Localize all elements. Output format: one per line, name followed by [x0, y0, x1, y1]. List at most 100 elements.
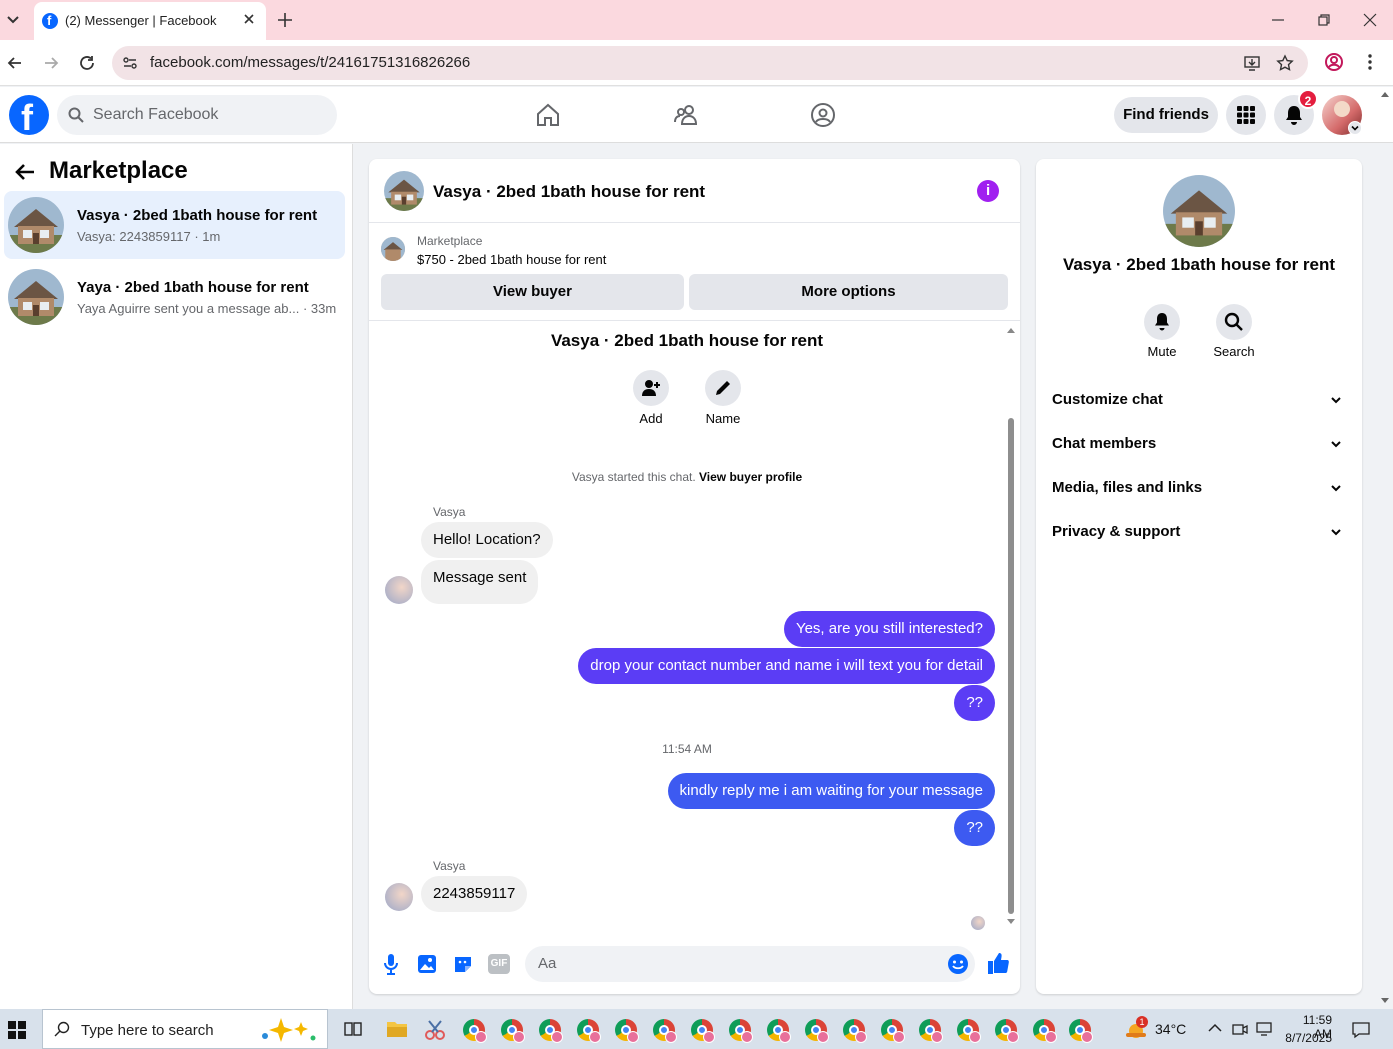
chevron-down-icon: [1331, 485, 1341, 492]
profile-badge-icon: [931, 1031, 943, 1043]
search-label: Search: [1213, 344, 1255, 359]
profile-badge-icon: [741, 1031, 753, 1043]
message-outgoing[interactable]: kindly reply me i am waiting for your me…: [667, 773, 995, 809]
profile-icon[interactable]: [1324, 52, 1344, 72]
sticker-icon[interactable]: [453, 954, 473, 974]
info-icon[interactable]: i: [977, 180, 999, 202]
camera-icon[interactable]: [1232, 1021, 1248, 1037]
privacy-support-section[interactable]: Privacy & support: [1052, 512, 1346, 552]
home-icon[interactable]: [535, 102, 561, 128]
add-people-button[interactable]: [633, 370, 669, 406]
minimize-icon[interactable]: [1270, 12, 1286, 28]
browser-menu-icon[interactable]: [1362, 52, 1378, 72]
search-highlight-icon[interactable]: [257, 1016, 321, 1044]
facebook-logo-icon[interactable]: f: [9, 95, 49, 138]
tab-search-icon[interactable]: [4, 10, 22, 28]
name-chat-button[interactable]: [705, 370, 741, 406]
install-app-icon[interactable]: [1243, 54, 1261, 72]
restore-icon[interactable]: [1316, 12, 1332, 28]
windows-start-icon[interactable]: [8, 1021, 26, 1039]
message-outgoing[interactable]: ??: [954, 685, 995, 721]
sender-avatar[interactable]: [385, 576, 413, 604]
microphone-icon[interactable]: [383, 953, 399, 975]
reload-icon[interactable]: [78, 54, 96, 72]
url-text: facebook.com/messages/t/2416175131682626…: [150, 54, 471, 71]
notifications-button[interactable]: 2: [1274, 89, 1318, 135]
menu-grid-button[interactable]: [1226, 95, 1266, 135]
conversation-item-yaya[interactable]: Yaya · 2bed 1bath house for rent Yaya Ag…: [4, 263, 345, 331]
chat-header: Vasya · 2bed 1bath house for rent i: [369, 159, 1020, 223]
chat-scrollbar[interactable]: [1005, 322, 1017, 926]
tab-close-icon[interactable]: [242, 12, 256, 26]
message-incoming[interactable]: Hello! Location?: [421, 522, 553, 558]
page-scroll-down-icon[interactable]: [1380, 997, 1390, 1005]
chat-title[interactable]: Vasya · 2bed 1bath house for rent: [433, 182, 705, 202]
network-icon[interactable]: [1256, 1021, 1274, 1037]
message-outgoing[interactable]: Yes, are you still interested?: [783, 611, 995, 647]
chat-header-avatar[interactable]: [384, 171, 424, 211]
page-scroll-up-icon[interactable]: [1380, 90, 1390, 98]
facebook-favicon-icon: f: [42, 13, 58, 29]
gif-icon[interactable]: GIF: [488, 954, 510, 974]
scroll-up-icon[interactable]: [1006, 326, 1016, 334]
account-chevron-icon[interactable]: [1348, 121, 1362, 135]
profile-badge-icon: [969, 1031, 981, 1043]
close-window-icon[interactable]: [1362, 12, 1378, 28]
task-view-icon[interactable]: [344, 1020, 362, 1038]
customize-chat-section[interactable]: Customize chat: [1052, 380, 1346, 420]
listing-text[interactable]: $750 - 2bed 1bath house for rent: [417, 252, 606, 267]
profile-badge-icon: [1007, 1031, 1019, 1043]
find-friends-button[interactable]: Find friends: [1114, 97, 1218, 133]
show-hidden-icons-icon[interactable]: [1208, 1023, 1222, 1033]
weather-icon[interactable]: 1: [1124, 1016, 1148, 1039]
facebook-search-input[interactable]: Search Facebook: [57, 95, 337, 135]
file-explorer-icon[interactable]: [386, 1019, 408, 1039]
profile-badge-icon: [817, 1031, 829, 1043]
chevron-down-icon: [1331, 529, 1341, 536]
notification-center-icon[interactable]: [1352, 1021, 1370, 1039]
profile-badge-icon: [475, 1031, 487, 1043]
conversation-item-vasya[interactable]: Vasya · 2bed 1bath house for rent Vasya:…: [4, 191, 345, 259]
conversation-name: Vasya · 2bed 1bath house for rent: [77, 207, 318, 224]
message-incoming[interactable]: Message sent: [421, 560, 539, 604]
mute-button[interactable]: [1144, 304, 1180, 340]
site-info-icon[interactable]: [122, 55, 138, 71]
message-incoming[interactable]: 2243859117: [421, 876, 528, 912]
facebook-header: f Search Facebook Find friends 2: [0, 87, 1393, 143]
view-buyer-button[interactable]: View buyer: [381, 274, 684, 310]
message-outgoing[interactable]: ??: [954, 810, 995, 846]
bookmark-star-icon[interactable]: [1276, 54, 1294, 72]
address-bar[interactable]: facebook.com/messages/t/2416175131682626…: [112, 46, 1308, 80]
name-label: Name: [705, 411, 741, 426]
photo-icon[interactable]: [417, 954, 437, 974]
scrollbar-thumb[interactable]: [1008, 418, 1014, 914]
search-conversation-button[interactable]: [1216, 304, 1252, 340]
browser-tab-active[interactable]: f (2) Messenger | Facebook: [34, 2, 266, 40]
more-options-button[interactable]: More options: [689, 274, 1008, 310]
back-icon[interactable]: [6, 54, 24, 72]
media-files-links-section[interactable]: Media, files and links: [1052, 468, 1346, 508]
new-tab-icon[interactable]: [276, 11, 294, 29]
chat-members-section[interactable]: Chat members: [1052, 424, 1346, 464]
snipping-tool-icon[interactable]: [424, 1019, 446, 1041]
listing-source: Marketplace: [417, 234, 483, 248]
emoji-icon[interactable]: [947, 953, 969, 975]
like-thumb-icon[interactable]: [987, 951, 1009, 975]
section-label: Privacy & support: [1052, 523, 1181, 540]
friends-icon[interactable]: [673, 102, 699, 128]
view-buyer-profile-link[interactable]: View buyer profile: [699, 470, 802, 484]
message-outgoing[interactable]: drop your contact number and name i will…: [578, 648, 995, 684]
temperature[interactable]: 34°C: [1155, 1021, 1186, 1037]
taskbar-search-input[interactable]: Type here to search: [42, 1009, 328, 1049]
groups-icon[interactable]: [810, 102, 836, 128]
message-input-placeholder: Aa: [538, 955, 557, 972]
clock-date[interactable]: 8/7/2025: [1284, 1031, 1332, 1045]
profile-badge-icon: [627, 1031, 639, 1043]
message-input[interactable]: Aa: [525, 946, 975, 982]
info-avatar[interactable]: [1163, 175, 1235, 247]
section-label: Customize chat: [1052, 391, 1163, 408]
scroll-down-icon[interactable]: [1006, 918, 1016, 926]
forward-icon[interactable]: [42, 54, 60, 72]
back-arrow-icon[interactable]: [14, 161, 36, 183]
sender-avatar[interactable]: [385, 883, 413, 911]
